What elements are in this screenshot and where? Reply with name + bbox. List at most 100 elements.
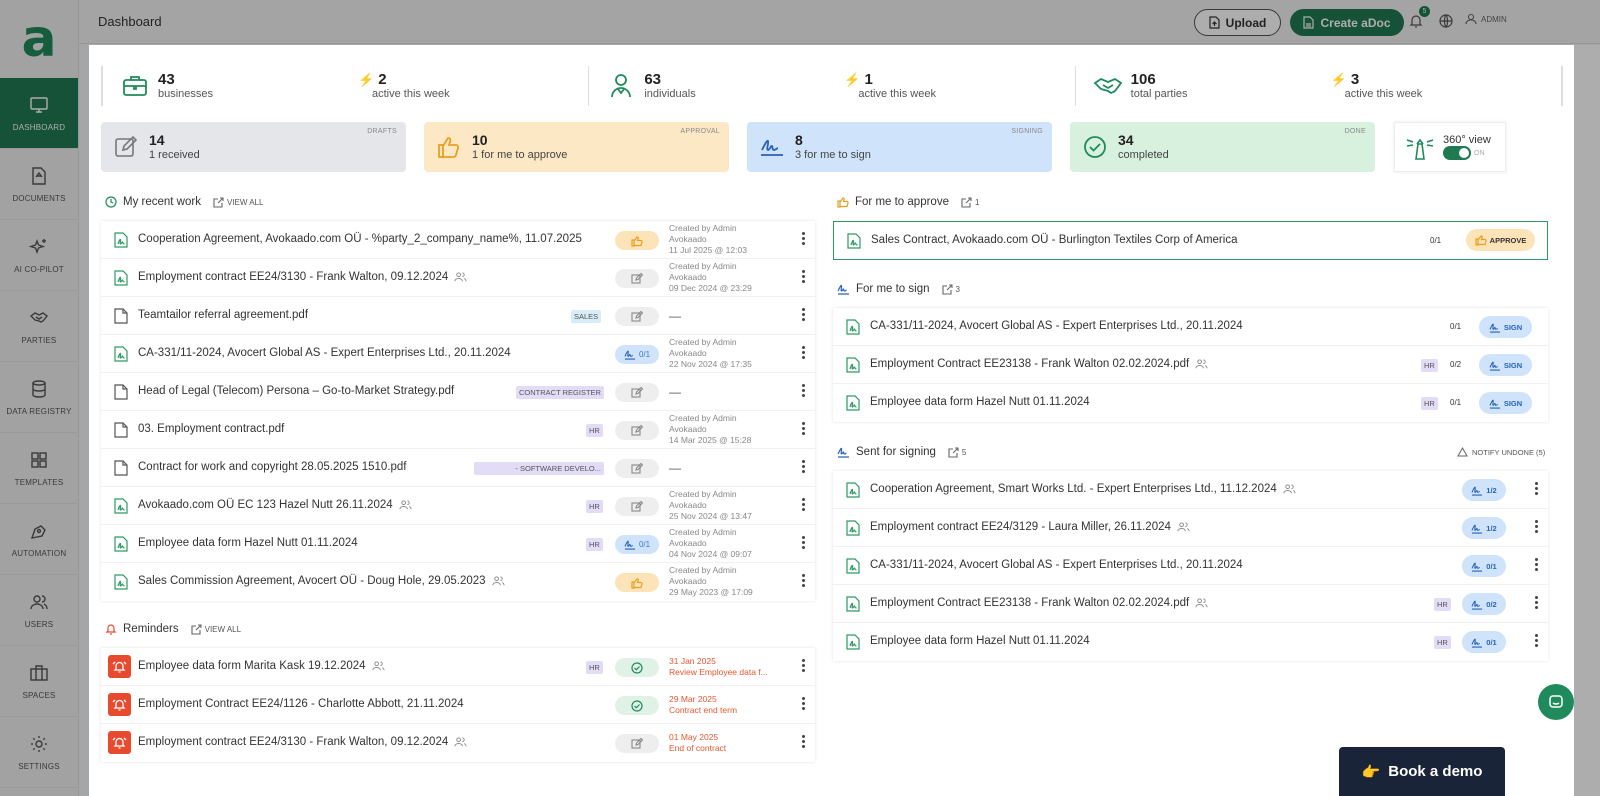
sign-row[interactable]: Employee data form Hazel Nutt 01.11.2024… — [833, 384, 1548, 422]
more-menu-button[interactable] — [798, 735, 808, 749]
stat-total-parties[interactable]: 106 total parties ⚡ 3 active this week — [1074, 66, 1563, 106]
view-360-toggle[interactable]: 360° view ON — [1394, 122, 1506, 172]
more-menu-button[interactable] — [798, 498, 808, 512]
document-title[interactable]: Employee data form Hazel Nutt 01.11.2024 — [870, 396, 1090, 408]
sign-row[interactable]: CA-331/11-2024, Avocert Global AS - Expe… — [833, 308, 1548, 346]
chat-launcher-button[interactable] — [1538, 684, 1574, 720]
more-menu-button[interactable] — [1531, 520, 1541, 534]
stat-businesses[interactable]: 43 businesses ⚡ 2 active this week — [101, 66, 588, 106]
sent-row[interactable]: Employee data form Hazel Nutt 01.11.2024… — [833, 623, 1548, 661]
document-title[interactable]: Employee data form Hazel Nutt 01.11.2024 — [870, 635, 1090, 647]
recent-work-row[interactable]: CA-331/11-2024, Avocert Global AS - Expe… — [101, 335, 815, 373]
sign-row[interactable]: Employment Contract EE23138 - Frank Walt… — [833, 346, 1548, 384]
sidebar-item-parties[interactable]: PARTIES — [0, 291, 78, 362]
more-menu-button[interactable] — [798, 460, 808, 474]
document-title[interactable]: Employment Contract EE24/1126 - Charlott… — [138, 698, 464, 710]
signing-progress-pill[interactable]: 0/1 — [1462, 555, 1506, 577]
recent-work-row[interactable]: Contract for work and copyright 28.05.20… — [101, 449, 815, 487]
document-title[interactable]: Employment contract EE24/3130 - Frank Wa… — [138, 271, 448, 283]
signing-progress-pill[interactable]: 1/2 — [1462, 479, 1506, 501]
more-menu-button[interactable] — [1531, 634, 1541, 648]
more-menu-button[interactable] — [798, 270, 808, 284]
recent-work-row[interactable]: Cooperation Agreement, Avokaado.com OÜ -… — [101, 221, 815, 259]
document-title[interactable]: Employee data form Hazel Nutt 01.11.2024 — [138, 537, 358, 549]
document-title[interactable]: Head of Legal (Telecom) Persona – Go-to-… — [138, 385, 454, 397]
globe-icon[interactable] — [1438, 13, 1454, 29]
status-pill[interactable]: 0/1 — [615, 535, 659, 554]
reminder-row[interactable]: Employment Contract EE24/1126 - Charlott… — [101, 686, 815, 724]
card-approval[interactable]: 10 1 for me to approve APPROVAL — [424, 122, 729, 172]
document-title[interactable]: Employment contract EE24/3129 - Laura Mi… — [870, 521, 1171, 533]
document-title[interactable]: Cooperation Agreement, Smart Works Ltd. … — [870, 483, 1277, 495]
card-done[interactable]: 34 completed DONE — [1070, 122, 1375, 172]
document-title[interactable]: Cooperation Agreement, Avokaado.com OÜ -… — [138, 233, 582, 245]
document-title[interactable]: Teamtailor referral agreement.pdf — [138, 309, 308, 321]
more-menu-button[interactable] — [798, 536, 808, 550]
more-menu-button[interactable] — [798, 697, 808, 711]
view-all-recent-link[interactable]: VIEW ALL — [213, 196, 263, 208]
document-title[interactable]: Employment Contract EE23138 - Frank Walt… — [870, 597, 1189, 609]
more-menu-button[interactable] — [798, 422, 808, 436]
approve-row[interactable]: Sales Contract, Avokaado.com OÜ - Burlin… — [834, 222, 1547, 259]
sidebar-item-spaces[interactable]: SPACES — [0, 646, 78, 717]
card-drafts[interactable]: 14 1 received DRAFTS — [101, 122, 406, 172]
status-pill[interactable] — [615, 231, 659, 250]
status-pill[interactable]: 0/1 — [615, 345, 659, 364]
status-pill[interactable] — [615, 696, 659, 715]
status-pill[interactable] — [615, 658, 659, 677]
more-menu-button[interactable] — [798, 346, 808, 360]
user-menu[interactable]: ADMIN — [1465, 13, 1507, 25]
recent-work-row[interactable]: 03. Employment contract.pdf HR Created by … — [101, 411, 815, 449]
sidebar-item-templates[interactable]: TEMPLATES — [0, 433, 78, 504]
status-pill[interactable] — [615, 383, 659, 402]
sign-button[interactable]: SIGN — [1479, 354, 1532, 376]
document-title[interactable]: Sales Contract, Avokaado.com OÜ - Burlin… — [871, 234, 1237, 246]
app-logo[interactable]: a — [0, 0, 78, 78]
signing-progress-pill[interactable]: 0/2 — [1462, 593, 1506, 615]
more-menu-button[interactable] — [1531, 558, 1541, 572]
card-signing[interactable]: 83 for me to sign SIGNING — [747, 122, 1052, 172]
document-title[interactable]: Employment Contract EE23138 - Frank Walt… — [870, 358, 1189, 370]
document-title[interactable]: Employment contract EE24/3130 - Frank Wa… — [138, 736, 448, 748]
more-menu-button[interactable] — [798, 232, 808, 246]
view-all-reminders-link[interactable]: VIEW ALL — [191, 623, 241, 635]
approve-button[interactable]: APPROVE — [1466, 229, 1535, 251]
sent-row[interactable]: Employment Contract EE23138 - Frank Walt… — [833, 585, 1548, 623]
document-title[interactable]: Employee data form Marita Kask 19.12.202… — [138, 660, 366, 672]
sidebar-item-ai-copilot[interactable]: AI CO-PILOT — [0, 220, 78, 291]
more-menu-button[interactable] — [798, 659, 808, 673]
more-menu-button[interactable] — [1531, 596, 1541, 610]
document-title[interactable]: CA-331/11-2024, Avocert Global AS - Expe… — [138, 347, 511, 359]
sign-button[interactable]: SIGN — [1479, 316, 1532, 338]
more-menu-button[interactable] — [798, 574, 808, 588]
recent-work-row[interactable]: Sales Commission Agreement, Avocert OÜ -… — [101, 563, 815, 601]
sent-open-link[interactable]: 5 — [948, 446, 966, 458]
sent-row[interactable]: Cooperation Agreement, Smart Works Ltd. … — [833, 471, 1548, 509]
sidebar-item-settings[interactable]: SETTINGS — [0, 717, 78, 788]
approve-open-link[interactable]: 1 — [961, 196, 979, 208]
recent-work-row[interactable]: Avokaado.com OÜ EC 123 Hazel Nutt 26.11.… — [101, 487, 815, 525]
recent-work-row[interactable]: Head of Legal (Telecom) Persona – Go-to-… — [101, 373, 815, 411]
sidebar-item-users[interactable]: USERS — [0, 575, 78, 646]
status-pill[interactable] — [615, 497, 659, 516]
sidebar-item-documents[interactable]: DOCUMENTS — [0, 149, 78, 220]
document-title[interactable]: 03. Employment contract.pdf — [138, 423, 284, 435]
sidebar-item-data-registry[interactable]: DATA REGISTRY — [0, 362, 78, 433]
status-pill[interactable] — [615, 573, 659, 592]
book-demo-button[interactable]: 👉 Book a demo — [1339, 747, 1505, 796]
stat-individuals[interactable]: 63 individuals ⚡ 1 active this week — [588, 66, 1074, 106]
status-pill[interactable] — [615, 269, 659, 288]
notify-undone-button[interactable]: NOTIFY UNDONE (5) — [1457, 447, 1545, 457]
recent-work-row[interactable]: Employment contract EE24/3130 - Frank Wa… — [101, 259, 815, 297]
toggle-switch[interactable] — [1443, 146, 1471, 160]
document-title[interactable]: Sales Commission Agreement, Avocert OÜ -… — [138, 575, 486, 587]
reminder-row[interactable]: Employee data form Marita Kask 19.12.202… — [101, 648, 815, 686]
status-pill[interactable] — [615, 459, 659, 478]
recent-work-row[interactable]: Employee data form Hazel Nutt 01.11.2024… — [101, 525, 815, 563]
document-title[interactable]: CA-331/11-2024, Avocert Global AS - Expe… — [870, 559, 1243, 571]
recent-work-row[interactable]: Teamtailor referral agreement.pdf SALES — — [101, 297, 815, 335]
sign-open-link[interactable]: 3 — [941, 283, 960, 295]
create-adoc-button[interactable]: Create aDoc — [1290, 9, 1404, 36]
more-menu-button[interactable] — [798, 308, 808, 322]
status-pill[interactable] — [615, 734, 659, 753]
